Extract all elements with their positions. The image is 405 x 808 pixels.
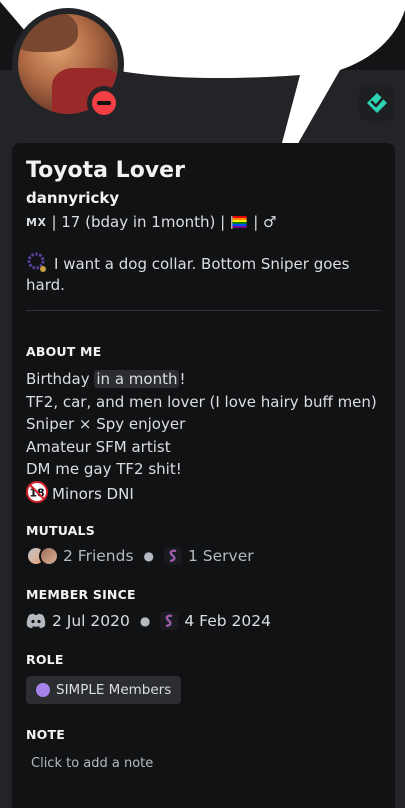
note-heading: NOTE	[26, 727, 65, 742]
about-line: Birthday	[26, 370, 95, 388]
server-s-icon	[160, 612, 179, 630]
about-me-text: Birthday in a month! TF2, car, and men l…	[26, 368, 377, 505]
pronouns-text: | 17 (bday in 1month) |	[51, 213, 226, 231]
about-line: !	[179, 370, 186, 388]
about-me-heading: ABOUT ME	[26, 344, 102, 359]
mutual-avatars[interactable]	[26, 546, 59, 566]
about-line: Amateur SFM artist	[26, 437, 171, 456]
prayer-beads-icon	[27, 252, 46, 272]
role-pill[interactable]: SIMPLE Members	[26, 676, 182, 704]
server-s-icon	[164, 547, 183, 565]
discord-join-date: 2 Jul 2020	[52, 612, 130, 630]
profile-badge-button[interactable]	[359, 85, 395, 121]
discord-logo-icon	[26, 613, 46, 629]
avatar	[39, 546, 59, 566]
mutuals-row: 2 Friends ● 1 Server	[26, 546, 254, 566]
about-line: Sniper × Spy enjoyer	[26, 415, 186, 433]
mutuals-heading: MUTUALS	[26, 523, 95, 538]
separator-dot: ●	[143, 549, 155, 563]
role-heading: ROLE	[26, 652, 64, 667]
diamond-badge-icon	[367, 93, 387, 113]
username[interactable]: dannyricky	[26, 189, 119, 207]
role-name: SIMPLE Members	[56, 682, 172, 698]
pronouns-prefix: MX	[26, 215, 47, 229]
custom-status-text: I want a dog collar. Bottom Sniper goes …	[26, 255, 350, 294]
mutual-servers-link[interactable]: 1 Server	[188, 547, 254, 565]
mutual-friends-link[interactable]: 2 Friends	[63, 547, 134, 565]
display-name: Toyota Lover	[26, 158, 185, 183]
divider	[26, 310, 381, 311]
role-color-dot	[36, 683, 50, 697]
about-line: Minors DNI	[52, 484, 134, 503]
timestamp[interactable]: in a month	[94, 370, 180, 388]
server-join-date: 4 Feb 2024	[184, 612, 271, 630]
about-line: TF2, car, and men lover (I love hairy bu…	[26, 392, 377, 411]
separator-dot: ●	[139, 614, 151, 628]
pronouns-suffix: | ♂	[253, 213, 277, 231]
note-input[interactable]: Click to add a note	[31, 756, 153, 771]
member-since-row: 2 Jul 2020 ● 4 Feb 2024	[26, 612, 271, 630]
pronouns: MX | 17 (bday in 1month) | | ♂	[26, 213, 276, 231]
member-since-heading: MEMBER SINCE	[26, 587, 136, 602]
status-dnd-icon	[87, 86, 121, 120]
18-prohibited-icon: 18	[26, 480, 48, 503]
rainbow-flag-icon	[231, 215, 247, 229]
custom-status: I want a dog collar. Bottom Sniper goes …	[26, 251, 386, 296]
about-line: DM me gay TF2 shit!	[26, 460, 182, 478]
